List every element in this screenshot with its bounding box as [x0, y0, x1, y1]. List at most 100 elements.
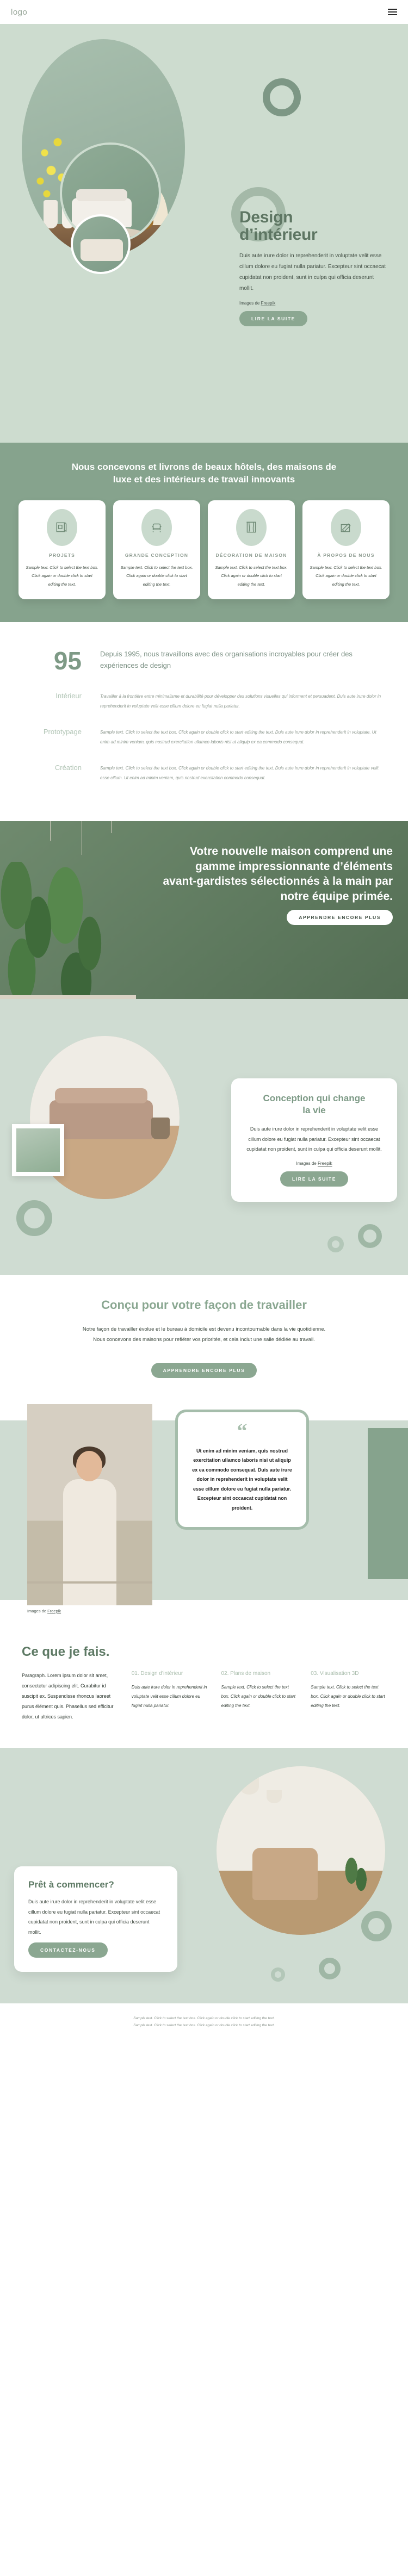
blueprint-icon: [47, 508, 77, 546]
decor-ring: [358, 1224, 382, 1248]
what-i-do-item: 02. Plans de maison Sample text. Click t…: [221, 1671, 297, 1722]
stat-headline: Depuis 1995, nous travaillons avec des o…: [100, 650, 353, 670]
hero-read-more-button[interactable]: LIRE LA SUITE: [239, 311, 307, 326]
what-i-do-item-title: 03. Visualisation 3D: [311, 1670, 359, 1677]
hero-title-line2: d’intérieur: [239, 226, 318, 244]
stats-row-label: Intérieur: [55, 692, 82, 700]
what-i-do-item-text: Duis aute irure dolor in reprehenderit i…: [131, 1684, 207, 1708]
decor-ring: [16, 1200, 52, 1236]
banner-text-block: Votre nouvelle maison comprend une gamme…: [159, 844, 393, 925]
service-card-text: Sample text. Click to select the text bo…: [310, 564, 382, 587]
life-card: Conception qui change la vie Duis aute i…: [231, 1078, 397, 1202]
page-title: Design d’intérieur: [239, 208, 386, 244]
testimonial-photo: [27, 1404, 152, 1605]
freepik-link[interactable]: Freepik: [318, 1161, 332, 1166]
armchair-icon: [141, 508, 172, 546]
life-title-line1: Conception qui change: [263, 1093, 366, 1103]
stats-row: Création Sample text. Click to select th…: [22, 764, 386, 783]
services-card-list: PROJETS Sample text. Click to select the…: [13, 500, 395, 599]
what-i-do-item-text: Sample text. Click to select the text bo…: [221, 1684, 296, 1708]
decor-ring: [327, 1236, 344, 1252]
stats-row-text: Travailler à la frontière entre minimali…: [100, 694, 381, 709]
service-card[interactable]: PROJETS Sample text. Click to select the…: [18, 500, 106, 599]
decor-ring: [319, 1958, 341, 1980]
life-card-title: Conception qui change la vie: [246, 1093, 382, 1116]
hero-text-block: Design d’intérieur Duis aute irure dolor…: [239, 208, 386, 326]
banner-learn-more-button[interactable]: APPRENDRE ENCORE PLUS: [287, 909, 393, 925]
testimonial-side-block: [368, 1427, 408, 1579]
credit-prefix: Images de: [296, 1160, 318, 1166]
what-i-do-item-title: 01. Design d’intérieur: [131, 1670, 183, 1677]
service-card-title: À PROPOS DE NOUS: [317, 552, 375, 558]
freepik-link[interactable]: Freepik: [47, 1609, 61, 1613]
service-card-text: Sample text. Click to select the text bo…: [120, 564, 193, 587]
what-i-do-section: Ce que je fais. Paragraph. Lorem ipsum d…: [0, 1621, 408, 1748]
footer-line-1: Sample text. Click to select the text bo…: [133, 2016, 275, 2021]
hero-section: Design d’intérieur Duis aute irure dolor…: [0, 24, 408, 443]
testimonial-quote: Ut enim ad minim veniam, quis nostrud ex…: [192, 1448, 292, 1511]
banner-heading: Votre nouvelle maison comprend une gamme…: [163, 845, 393, 903]
floor-decor: [0, 999, 408, 1020]
workstyle-text: Notre façon de travailler évolue et le b…: [82, 1326, 326, 1343]
framed-art-image: [12, 1124, 64, 1176]
hero-image-credit: Images de Freepik: [239, 301, 386, 306]
cta-heading: Prêt à commencer?: [28, 1879, 114, 1890]
testimonial-image-credit: Images de Freepik: [27, 1609, 61, 1613]
what-i-do-item-title: 02. Plans de maison: [221, 1670, 271, 1677]
cta-card: Prêt à commencer? Duis aute irure dolor …: [14, 1866, 177, 1972]
credit-prefix: Images de: [27, 1608, 48, 1613]
hero-circle-small-image: [71, 214, 131, 274]
service-card[interactable]: GRANDE CONCEPTION Sample text. Click to …: [113, 500, 200, 599]
stats-row-list: Intérieur Travailler à la frontière entr…: [22, 692, 386, 783]
service-card-text: Sample text. Click to select the text bo…: [26, 564, 98, 587]
what-i-do-item: 03. Visualisation 3D Sample text. Click …: [311, 1671, 386, 1722]
service-card-title: GRANDE CONCEPTION: [125, 552, 189, 558]
decor-ring: [271, 1967, 285, 1982]
life-title-line2: la vie: [302, 1105, 326, 1116]
cta-room-image: [217, 1766, 385, 1935]
what-i-do-item-text: Sample text. Click to select the text bo…: [311, 1684, 385, 1708]
life-card-text: Duis aute irure dolor in reprehenderit i…: [246, 1126, 382, 1152]
site-header: logo: [0, 0, 408, 24]
stats-row-label: Création: [54, 764, 82, 772]
logo[interactable]: logo: [11, 8, 27, 17]
service-card[interactable]: À PROPOS DE NOUS Sample text. Click to s…: [302, 500, 390, 599]
stats-row: Intérieur Travailler à la frontière entr…: [22, 692, 386, 711]
cta-section: Prêt à commencer? Duis aute irure dolor …: [0, 1748, 408, 2004]
curtain-icon: [236, 508, 267, 546]
decor-ring: [361, 1911, 392, 1942]
testimonial-section: “ Ut enim ad minim veniam, quis nostrud …: [0, 1404, 408, 1622]
feature-banner-section: Votre nouvelle maison comprend une gamme…: [0, 821, 408, 1020]
service-card[interactable]: DÉCORATION DE MAISON Sample text. Click …: [208, 500, 295, 599]
stat-number: 95: [53, 647, 82, 675]
service-card-text: Sample text. Click to select the text bo…: [215, 564, 288, 587]
quote-icon: “: [237, 1419, 248, 1443]
services-section: Nous concevons et livrons de beaux hôtel…: [0, 443, 408, 622]
stats-row: Prototypage Sample text. Click to select…: [22, 728, 386, 747]
hero-description: Duis aute irure dolor in reprehenderit i…: [239, 252, 386, 291]
hero-title-line1: Design: [239, 208, 293, 226]
cta-text: Duis aute irure dolor in reprehenderit i…: [28, 1899, 160, 1935]
landing-page: logo Design d’intérieur Duis aute irure …: [0, 0, 408, 2044]
stats-section: 95 Depuis 1995, nous travaillons avec de…: [0, 622, 408, 821]
stats-row-text: Sample text. Click to select the text bo…: [100, 730, 376, 744]
workstyle-heading: Conçu pour votre façon de travailler: [101, 1298, 307, 1312]
pencil-paper-icon: [331, 508, 361, 546]
footer-line-2: Sample text. Click to select the text bo…: [133, 2023, 275, 2027]
hamburger-menu-icon[interactable]: [388, 9, 397, 15]
stats-row-label: Prototypage: [43, 728, 82, 736]
stats-row-text: Sample text. Click to select the text bo…: [100, 766, 379, 780]
site-footer: Sample text. Click to select the text bo…: [0, 2003, 408, 2044]
decor-ring-dark: [263, 78, 301, 116]
contact-us-button[interactable]: CONTACTEZ-NOUS: [28, 1942, 108, 1958]
service-card-title: PROJETS: [48, 552, 76, 558]
life-read-more-button[interactable]: LIRE LA SUITE: [280, 1171, 348, 1187]
what-i-do-heading: Ce que je fais.: [22, 1644, 110, 1659]
services-heading: Nous concevons et livrons de beaux hôtel…: [71, 462, 337, 485]
what-i-do-item: 01. Design d’intérieur Duis aute irure d…: [132, 1671, 207, 1722]
workstyle-section: Conçu pour votre façon de travailler Not…: [0, 1275, 408, 1404]
shelf-decor: [0, 995, 136, 999]
freepik-link[interactable]: Freepik: [261, 301, 276, 306]
testimonial-card: “ Ut enim ad minim veniam, quis nostrud …: [175, 1409, 309, 1530]
workstyle-learn-more-button[interactable]: APPRENDRE ENCORE PLUS: [151, 1362, 257, 1378]
